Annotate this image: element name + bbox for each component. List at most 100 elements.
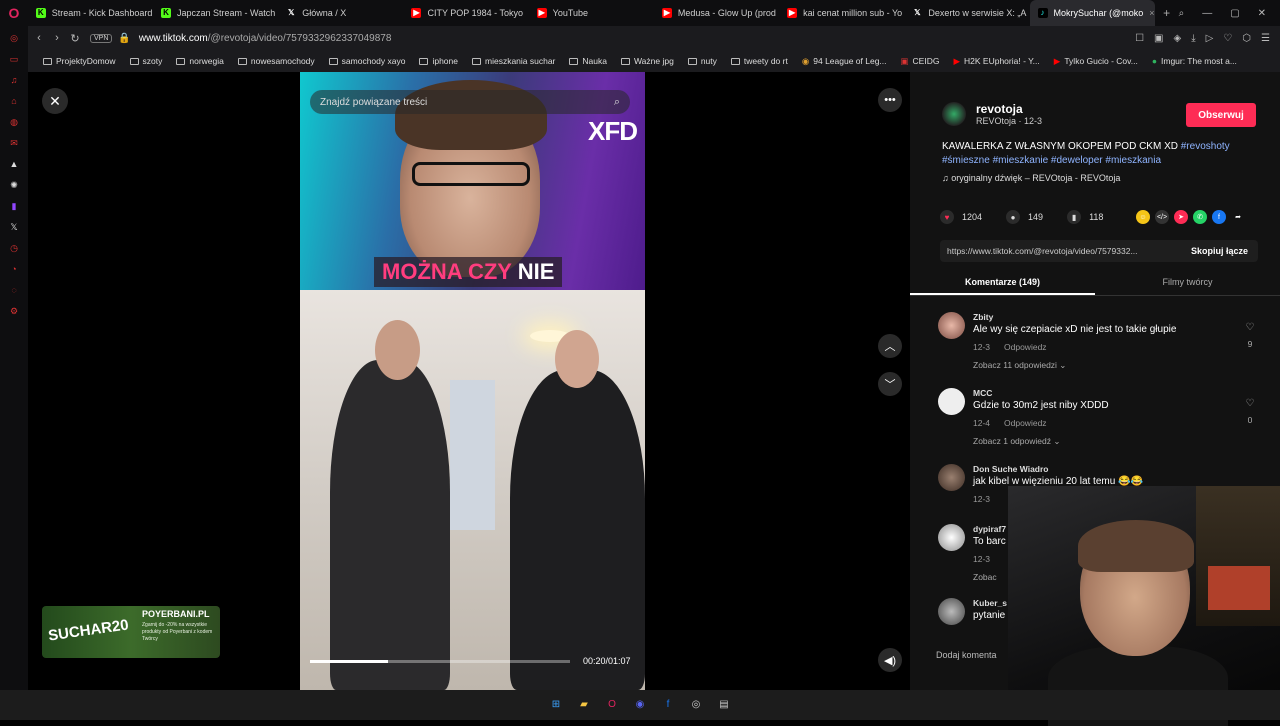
lock-icon[interactable]: 🔒 [118, 33, 130, 44]
bookmark-item[interactable]: tweety do rt [724, 56, 795, 66]
comment-author[interactable]: dypiraf7 [973, 524, 1006, 534]
more-options-button[interactable]: ••• [878, 88, 902, 112]
sidebar-history-icon[interactable]: ◷ [8, 242, 20, 254]
next-video-button[interactable]: ﹀ [878, 372, 902, 396]
url-field[interactable]: www.tiktok.com/@revotoja/video/757933296… [139, 33, 392, 44]
reply-button[interactable]: Odpowiedz [1004, 418, 1047, 428]
related-search-input[interactable]: Znajdź powiązane treści ⌕ [310, 90, 630, 114]
avatar[interactable] [942, 102, 966, 126]
facebook-icon[interactable]: f [660, 697, 676, 713]
new-tab-button[interactable]: + [1155, 6, 1179, 20]
sidebar-clock-icon[interactable]: ◔ [8, 263, 20, 275]
follow-button[interactable]: Obserwuj [1186, 103, 1256, 127]
vpn-badge[interactable]: VPN [90, 33, 113, 43]
bookmark-item[interactable]: nuty [681, 56, 724, 66]
windows-start-icon[interactable]: ⊞ [548, 697, 564, 713]
heart-icon[interactable]: ♡ [1244, 398, 1256, 409]
sidebar-chat-icon[interactable]: ◌ [8, 284, 20, 296]
shield-icon[interactable]: ◈ [1174, 33, 1182, 44]
sidebar-chatgpt-icon[interactable]: ✺ [8, 179, 20, 191]
bookmark-icon[interactable]: ▮ [1067, 210, 1082, 224]
tab-active[interactable]: ♪ MokrySuchar (@moko × [1029, 0, 1155, 26]
sidebar-instagram-icon[interactable]: ◍ [8, 116, 20, 128]
friends-share-icon[interactable]: ☺ [1136, 210, 1150, 224]
hashtag-link[interactable]: #revoshoty [1181, 141, 1230, 152]
sidebar-music-icon[interactable]: ♫ [8, 74, 20, 86]
extensions-icon[interactable]: ⬡ [1242, 33, 1251, 44]
close-tab-icon[interactable]: × [1149, 8, 1154, 18]
heart-icon[interactable]: ♡ [1223, 33, 1232, 44]
bookmark-item[interactable]: ProjektyDomow [36, 56, 123, 66]
avatar[interactable] [938, 598, 965, 625]
bookmark-item[interactable]: ▶ Tylko Gucio - Cov... [1047, 56, 1145, 67]
avatar[interactable] [938, 524, 965, 551]
sidebar-twitch-icon[interactable]: ▮ [8, 200, 20, 212]
comment-author[interactable]: Kuber_s [973, 598, 1007, 608]
facebook-icon[interactable]: f [1212, 210, 1226, 224]
file-explorer-icon[interactable]: ▰ [576, 697, 592, 713]
post-link[interactable]: https://www.tiktok.com/@revotoja/video/7… [947, 246, 1138, 256]
comment-icon[interactable]: ● [1006, 210, 1021, 224]
maximize-icon[interactable]: ▢ [1230, 8, 1239, 19]
sidebar-home-icon[interactable]: ◎ [8, 32, 20, 44]
tab[interactable]: K Stream - Kick Dashboard [28, 0, 153, 26]
bookmark-item[interactable]: ▶ H2K EUphoria! - Y... [946, 56, 1046, 67]
minimize-icon[interactable]: — [1202, 8, 1212, 19]
bookmark-icon[interactable]: ☐ [1135, 33, 1144, 44]
whatsapp-icon[interactable]: ✆ [1193, 210, 1207, 224]
bookmark-item[interactable]: szoty [123, 56, 170, 66]
author-info[interactable]: revotoja REVOtoja · 12-3 [942, 102, 1042, 126]
bookmark-item[interactable]: samochody xayo [322, 56, 413, 66]
comment-author[interactable]: Don Suche Wiadro [973, 464, 1048, 474]
download-icon[interactable]: ⤓ [1191, 33, 1195, 44]
forward-icon[interactable]: › [48, 32, 66, 44]
author-name[interactable]: revotoja [976, 102, 1042, 116]
player-icon[interactable]: ▷ [1206, 33, 1214, 44]
sidebar-aria-icon[interactable]: ▲ [8, 158, 20, 170]
heart-icon[interactable]: ♡ [1244, 322, 1256, 333]
bookmark-item[interactable]: mieszkania suchar [465, 56, 562, 66]
music-info[interactable]: ♫ oryginalny dźwięk – REVOtoja - REVOtoj… [942, 173, 1120, 183]
tab[interactable]: 𝕏 Dexerto w serwisie X: „A [904, 0, 1029, 26]
bookmark-item[interactable]: iphone [412, 56, 465, 66]
opera-gx-icon[interactable]: O [604, 697, 620, 713]
discord-icon[interactable]: ◉ [632, 697, 648, 713]
bookmark-item[interactable]: Nauka [562, 56, 614, 66]
sidebar-settings-icon[interactable]: ⚙ [8, 305, 20, 317]
avatar[interactable] [938, 464, 965, 491]
close-window-icon[interactable]: ✕ [1258, 8, 1266, 19]
view-replies-button[interactable]: Zobac [973, 572, 997, 582]
bookmark-item[interactable]: ▣ CEIDG [894, 56, 947, 67]
view-replies-button[interactable]: Zobacz 11 odpowiedzi ⌄ [973, 360, 1066, 371]
previous-video-button[interactable]: ︿ [878, 334, 902, 358]
volume-button[interactable]: ◀) [878, 648, 902, 672]
tab[interactable]: ▶ Medusa - Glow Up (prod [654, 0, 779, 26]
bookmark-item[interactable]: ◉ 94 League of Leg... [795, 56, 894, 67]
avatar[interactable] [938, 312, 965, 339]
send-icon[interactable]: ➤ [1174, 210, 1188, 224]
snapshot-icon[interactable]: ▣ [1154, 33, 1163, 44]
comment-author[interactable]: Zbity [973, 312, 993, 322]
obs-icon[interactable]: ◎ [688, 697, 704, 713]
sidebar-bag-icon[interactable]: ⌂ [8, 95, 20, 107]
tab[interactable]: ▶ YouTube [529, 0, 654, 26]
close-video-button[interactable]: ✕ [42, 88, 68, 114]
tab[interactable]: K Japczan Stream - Watch [153, 0, 278, 26]
back-icon[interactable]: ‹ [30, 32, 48, 44]
bookmark-item[interactable]: ● Imgur: The most a... [1145, 56, 1244, 66]
sidebar-x-icon[interactable]: 𝕏 [8, 221, 20, 233]
promo-banner[interactable]: SUCHAR20 POYERBANI.PL Zgarnij do -20% na… [42, 606, 220, 658]
view-replies-button[interactable]: Zobacz 1 odpowiedź ⌄ [973, 436, 1060, 447]
search-tabs-icon[interactable]: ⌕ [1179, 8, 1185, 19]
tab[interactable]: ▶ CITY POP 1984 - Tokyo [403, 0, 528, 26]
bookmark-item[interactable]: Ważne jpg [614, 56, 681, 66]
opera-logo-icon[interactable]: O [0, 0, 28, 26]
like-icon[interactable]: ♥ [940, 210, 954, 224]
easy-setup-icon[interactable]: ☰ [1261, 33, 1270, 44]
bookmark-item[interactable]: norwegia [169, 56, 231, 66]
avatar[interactable] [938, 388, 965, 415]
tab-comments[interactable]: Komentarze (149) [910, 272, 1095, 295]
video-player[interactable]: XFD MOŻNA CZY NIE [300, 72, 645, 690]
search-icon[interactable]: ⌕ [614, 96, 620, 109]
share-arrow-icon[interactable]: ➦ [1231, 210, 1245, 224]
